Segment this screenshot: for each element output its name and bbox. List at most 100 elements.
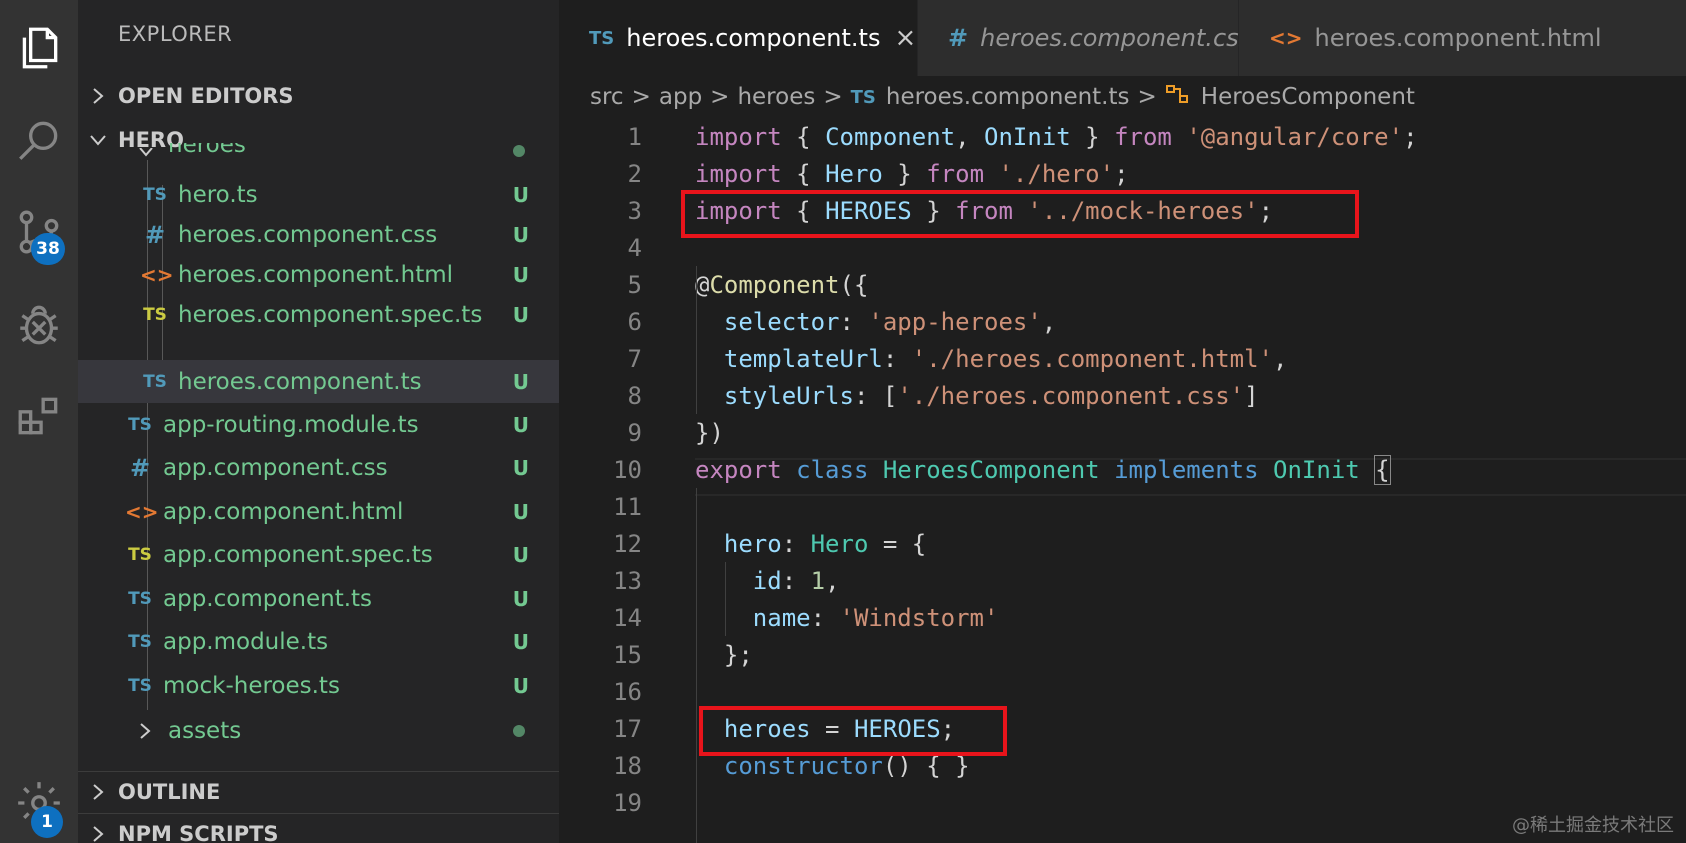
tree-item[interactable]: # heroes.component.css U <box>78 213 559 256</box>
token: 1 <box>810 566 826 595</box>
tree-item[interactable]: TS mock-heroes.ts U <box>78 664 559 707</box>
debug-icon[interactable] <box>0 284 78 364</box>
typescript-file-icon: TS <box>143 371 167 392</box>
token: name <box>752 603 811 632</box>
untracked-status: U <box>512 542 529 567</box>
line-number: 13 <box>613 566 642 595</box>
tree-item[interactable]: TS app.component.ts U <box>78 577 559 620</box>
untracked-status: U <box>512 499 529 524</box>
untracked-status: U <box>512 222 529 247</box>
html-file-icon: <> <box>1269 26 1303 50</box>
explorer-icon[interactable] <box>0 8 78 88</box>
token: Hero <box>825 159 883 188</box>
tree-item[interactable]: # app.component.css U <box>78 446 559 489</box>
breadcrumb-item[interactable]: heroes <box>737 84 815 110</box>
token: id <box>752 566 782 595</box>
token: from <box>1114 122 1172 151</box>
tree-item[interactable]: TS app.component.spec.ts U <box>78 533 559 576</box>
untracked-status: U <box>512 586 529 611</box>
spec-file-icon: TS <box>128 544 152 565</box>
explorer-sidebar: EXPLORER OPEN EDITORS HERO heroes TS her… <box>78 0 559 843</box>
tree-item-label: app.component.html <box>163 498 404 525</box>
token: , <box>1273 344 1288 373</box>
tree-item-label: app.component.css <box>163 454 388 481</box>
typescript-file-icon: TS <box>128 631 152 652</box>
code-line: 11 <box>559 488 1686 525</box>
token: }; <box>695 640 753 669</box>
token: } <box>1070 122 1115 151</box>
tree-item-label: heroes.component.css <box>178 221 438 248</box>
indent-guide <box>696 266 697 414</box>
tree-item[interactable]: TS app.module.ts U <box>78 620 559 663</box>
token: : <box>810 603 840 632</box>
line-number: 18 <box>613 751 642 780</box>
typescript-file-icon: TS <box>850 86 876 108</box>
css-file-icon: # <box>144 220 166 249</box>
tree-item[interactable]: <> app.component.html U <box>78 490 559 533</box>
tab-heroes-component-html[interactable]: <> heroes.component.html <box>1239 0 1686 76</box>
token: @ <box>695 270 710 299</box>
typescript-file-icon: TS <box>143 184 167 205</box>
line-number: 5 <box>627 270 642 299</box>
npm-scripts-label: NPM SCRIPTS <box>118 822 279 843</box>
settings-badge: 1 <box>31 806 63 838</box>
line-number: 8 <box>627 381 642 410</box>
section-npm-scripts[interactable]: NPM SCRIPTS <box>78 813 559 843</box>
token: }) <box>695 418 724 447</box>
code-line: 10 export class HeroesComponent implement… <box>559 451 1686 488</box>
editor-tabs: TS heroes.component.ts × # heroes.compon… <box>559 0 1686 76</box>
token: '@angular/core' <box>1186 122 1404 151</box>
tree-item-label: heroes.component.spec.ts <box>178 301 483 328</box>
chevron-right-icon <box>78 86 118 106</box>
search-icon[interactable] <box>0 100 78 180</box>
untracked-status: U <box>512 455 529 480</box>
html-file-icon: <> <box>125 499 159 524</box>
tab-heroes-component-css[interactable]: # heroes.component.css <box>918 0 1251 76</box>
tree-folder-assets[interactable]: assets <box>78 709 559 752</box>
typescript-file-icon: TS <box>128 414 152 435</box>
token: Component <box>825 122 956 151</box>
token: Hero <box>810 529 869 558</box>
breadcrumb-item[interactable]: heroes.component.ts <box>886 84 1130 110</box>
breadcrumb-separator: > <box>1137 84 1157 110</box>
breadcrumb-symbol[interactable]: HeroesComponent <box>1201 84 1415 110</box>
code-line: 15 }; <box>559 636 1686 673</box>
token: HeroesComponent <box>882 455 1100 484</box>
extensions-icon[interactable] <box>0 376 78 456</box>
breadcrumb-item[interactable]: src <box>590 84 624 110</box>
close-icon[interactable]: × <box>894 23 916 53</box>
line-number: 14 <box>613 603 642 632</box>
tree-item[interactable]: TS hero.ts U <box>78 173 559 216</box>
token: : <box>781 566 811 595</box>
token: hero <box>723 529 782 558</box>
line-number: 9 <box>627 418 642 447</box>
token: './hero' <box>998 159 1115 188</box>
token: export <box>695 455 782 484</box>
line-number: 6 <box>627 307 642 336</box>
spec-file-icon: TS <box>143 304 167 325</box>
tree-item[interactable]: <> heroes.component.html U <box>78 253 559 296</box>
line-number: 19 <box>613 788 642 817</box>
token: : <box>839 307 869 336</box>
token: ] <box>1244 381 1259 410</box>
untracked-status: U <box>512 182 529 207</box>
tree-item[interactable]: TS app-routing.module.ts U <box>78 403 559 446</box>
typescript-file-icon: TS <box>128 588 152 609</box>
line-number: 11 <box>613 492 642 521</box>
line-number: 3 <box>627 196 642 225</box>
breadcrumb-item[interactable]: app <box>659 84 702 110</box>
tree-item[interactable]: TS heroes.component.spec.ts U <box>78 293 559 336</box>
token: templateUrl <box>723 344 883 373</box>
section-open-editors[interactable]: OPEN EDITORS <box>78 76 559 116</box>
tab-heroes-component-ts[interactable]: TS heroes.component.ts × <box>559 0 918 76</box>
token: { <box>1374 454 1391 485</box>
line-number: 17 <box>613 714 642 743</box>
section-outline[interactable]: OUTLINE <box>78 771 559 812</box>
tree-item-selected[interactable]: TS heroes.component.ts U <box>78 360 559 403</box>
tree-folder-heroes[interactable]: heroes <box>78 143 559 163</box>
tree-item-label: app-routing.module.ts <box>163 411 419 438</box>
token: ({ <box>839 270 869 299</box>
